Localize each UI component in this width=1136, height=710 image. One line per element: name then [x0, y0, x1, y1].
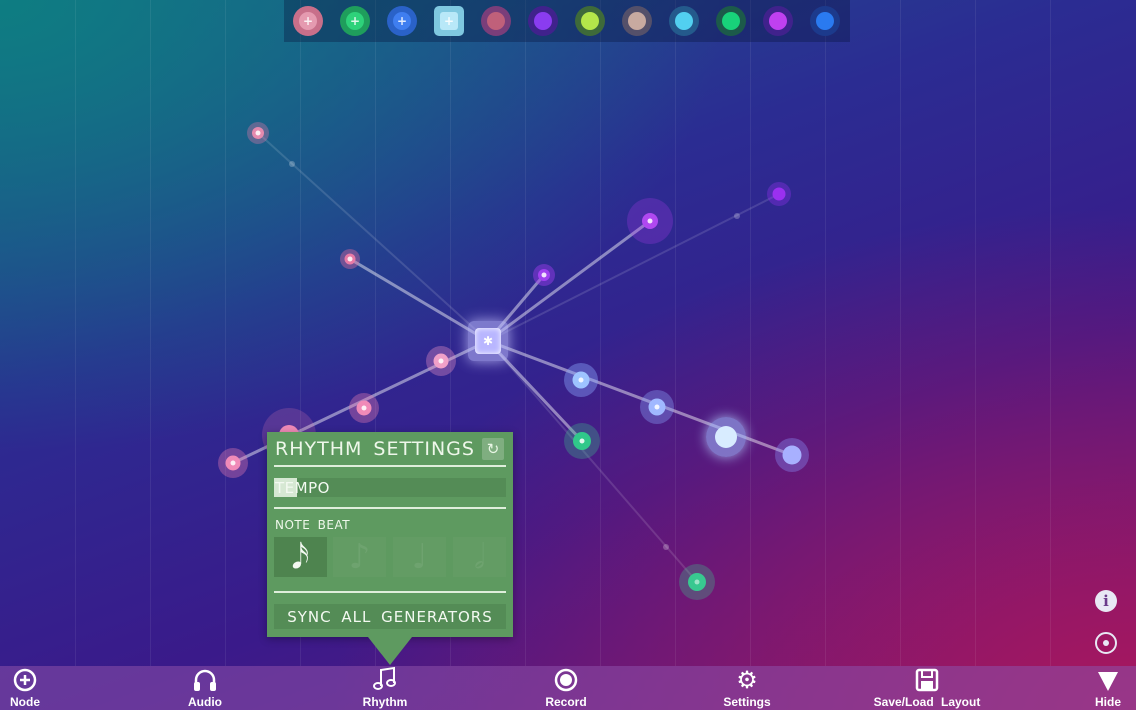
- panel-pointer: [368, 637, 412, 665]
- note-node[interactable]: [349, 393, 379, 423]
- palette-purple-note-button[interactable]: [763, 6, 793, 36]
- rhythm-button[interactable]: Rhythm: [355, 666, 415, 710]
- palette-pink-generator-button[interactable]: +: [293, 6, 323, 36]
- settings-button[interactable]: ⚙ Settings: [717, 666, 777, 710]
- color-swatch: [628, 12, 646, 30]
- generator-node[interactable]: ✱: [468, 321, 508, 361]
- save-load-layout-button[interactable]: Save/Load Layout: [866, 666, 988, 710]
- palette-cyan-note-button[interactable]: [669, 6, 699, 36]
- record-label: Record: [545, 695, 587, 709]
- note-node[interactable]: [564, 363, 598, 397]
- color-swatch: [816, 12, 834, 30]
- save-load-label: Save/Load Layout: [873, 695, 981, 709]
- line-marker: [734, 213, 740, 219]
- palette-blue-generator-button[interactable]: +: [387, 6, 417, 36]
- palette-violet-note-button[interactable]: [528, 6, 558, 36]
- palette-square-generator-button[interactable]: +: [434, 6, 464, 36]
- headphones-icon: [192, 666, 218, 692]
- beat-eighth-button[interactable]: ♪: [333, 537, 386, 577]
- palette-emerald-note-button[interactable]: [716, 6, 746, 36]
- rhythm-settings-panel: RHYTHM SETTINGS ↻ TEMPO NOTE BEAT 𝅘𝅥𝅯 ♪ …: [267, 432, 513, 665]
- note-node[interactable]: [426, 346, 456, 376]
- plus-icon: +: [299, 12, 317, 30]
- panel-title: RHYTHM SETTINGS: [275, 438, 475, 460]
- tempo-slider[interactable]: TEMPO: [274, 478, 506, 497]
- line-marker: [663, 544, 669, 550]
- note-node[interactable]: [627, 198, 673, 244]
- palette-beige-note-button[interactable]: [622, 6, 652, 36]
- quarter-note-icon: ♩: [411, 537, 428, 577]
- connection-line: [486, 219, 652, 343]
- half-note-icon: 𝅗𝅥: [474, 537, 485, 577]
- color-swatch: [534, 12, 552, 30]
- beat-half-button[interactable]: 𝅗𝅥: [453, 537, 506, 577]
- beat-quarter-button[interactable]: ♩: [393, 537, 446, 577]
- color-swatch: [581, 12, 599, 30]
- palette-rose-note-button[interactable]: [481, 6, 511, 36]
- palette-azure-note-button[interactable]: [810, 6, 840, 36]
- color-swatch: [487, 12, 505, 30]
- canvas[interactable]: ✱: [0, 0, 1136, 710]
- reset-button[interactable]: ↻: [482, 438, 504, 460]
- color-swatch: [675, 12, 693, 30]
- eighth-note-icon: ♪: [348, 537, 371, 577]
- tempo-label: TEMPO: [275, 479, 330, 497]
- info-icon: i: [1103, 592, 1109, 610]
- audio-button[interactable]: Audio: [180, 666, 230, 710]
- save-icon: [915, 666, 939, 692]
- node-palette: + + + +: [284, 0, 850, 42]
- audio-label: Audio: [188, 695, 222, 709]
- divider: [274, 591, 506, 593]
- node-label: Node: [10, 695, 40, 709]
- note-node[interactable]: [340, 249, 360, 269]
- connection-line: [486, 339, 794, 457]
- note-node[interactable]: [775, 438, 809, 472]
- record-icon: [554, 666, 578, 692]
- note-node[interactable]: [218, 448, 248, 478]
- line-marker: [289, 161, 295, 167]
- locate-button[interactable]: [1095, 632, 1117, 654]
- note-node[interactable]: [640, 390, 674, 424]
- triangle-down-icon: [1096, 666, 1120, 692]
- plus-icon: +: [440, 12, 458, 30]
- palette-lime-note-button[interactable]: [575, 6, 605, 36]
- info-button[interactable]: i: [1095, 590, 1117, 612]
- palette-green-generator-button[interactable]: +: [340, 6, 370, 36]
- connections: [231, 132, 794, 583]
- record-button[interactable]: Record: [536, 666, 596, 710]
- divider: [274, 507, 506, 509]
- sixteenth-note-icon: 𝅘𝅥𝅯: [291, 537, 310, 577]
- note-node[interactable]: [247, 122, 269, 144]
- music-note-icon: [372, 666, 398, 692]
- generator-icon: ✱: [475, 328, 501, 354]
- add-node-icon: [13, 666, 37, 692]
- beat-sixteenth-button[interactable]: 𝅘𝅥𝅯: [274, 537, 327, 577]
- refresh-icon: ↻: [486, 440, 500, 458]
- note-beat-label: NOTE BEAT: [275, 518, 351, 532]
- color-swatch: [769, 12, 787, 30]
- bottom-toolbar: Node Audio Rhythm Record ⚙ Settings Save…: [0, 666, 1136, 710]
- hide-button[interactable]: Hide: [1088, 666, 1128, 710]
- rhythm-label: Rhythm: [362, 695, 408, 709]
- color-swatch: [722, 12, 740, 30]
- divider: [274, 465, 506, 467]
- note-node[interactable]: [564, 423, 600, 459]
- target-icon: [1103, 640, 1109, 646]
- note-node[interactable]: [706, 417, 746, 457]
- note-node[interactable]: [679, 564, 715, 600]
- gear-icon: ⚙: [736, 666, 758, 694]
- sync-all-generators-button[interactable]: SYNC ALL GENERATORS: [274, 604, 506, 629]
- settings-label: Settings: [723, 695, 771, 709]
- plus-icon: +: [393, 12, 411, 30]
- note-node[interactable]: [533, 264, 555, 286]
- hide-label: Hide: [1094, 695, 1121, 709]
- note-node[interactable]: [767, 182, 791, 206]
- plus-icon: +: [346, 12, 364, 30]
- node-button[interactable]: Node: [5, 666, 45, 710]
